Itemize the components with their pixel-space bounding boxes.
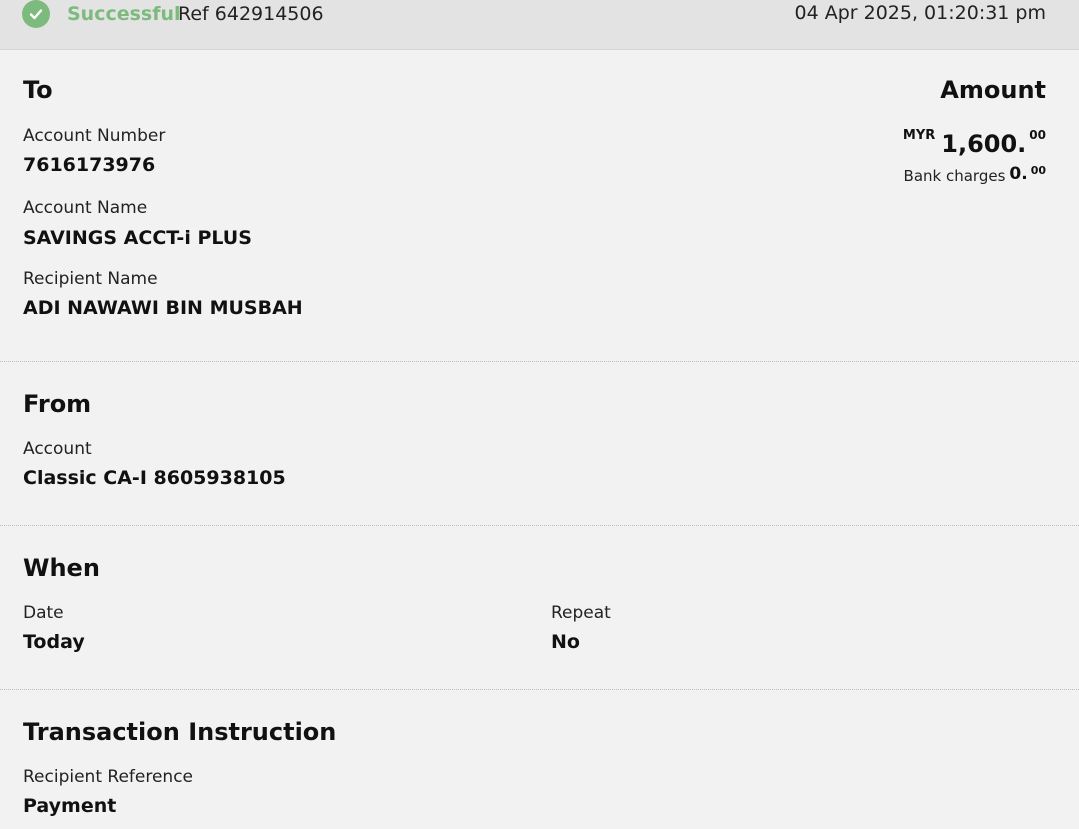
account-name-label: Account Name: [23, 198, 148, 218]
status-label: Successful: [67, 3, 181, 25]
date-value: Today: [23, 631, 85, 653]
recipient-reference-value: Payment: [23, 795, 117, 817]
transaction-instruction-heading: Transaction Instruction: [23, 718, 337, 746]
date-label: Date: [23, 603, 64, 623]
bank-charges-label: Bank charges: [903, 167, 1006, 185]
reference-number: Ref 642914506: [178, 3, 324, 25]
from-account-value: Classic CA-I 8605938105: [23, 467, 286, 489]
from-heading: From: [23, 390, 92, 418]
amount-heading: Amount: [940, 76, 1046, 104]
status-bar: Successful Ref 642914506 04 Apr 2025, 01…: [0, 0, 1079, 50]
bank-charges: Bank charges 0. 00: [903, 164, 1046, 185]
amount-decimal: 00: [1029, 128, 1046, 142]
account-number-label: Account Number: [23, 126, 166, 146]
when-heading: When: [23, 554, 100, 582]
divider: [0, 525, 1079, 526]
bank-charges-main: 0.: [1009, 164, 1028, 184]
to-heading: To: [23, 76, 53, 104]
recipient-name-label: Recipient Name: [23, 269, 158, 289]
divider: [0, 361, 1079, 362]
recipient-reference-label: Recipient Reference: [23, 767, 193, 787]
repeat-label: Repeat: [551, 603, 611, 623]
transaction-timestamp: 04 Apr 2025, 01:20:31 pm: [794, 2, 1047, 24]
recipient-name-value: ADI NAWAWI BIN MUSBAH: [23, 297, 303, 319]
bank-charges-decimal: 00: [1030, 164, 1046, 177]
divider: [0, 689, 1079, 690]
from-account-label: Account: [23, 439, 92, 459]
amount-value: MYR 1,600. 00: [902, 126, 1046, 158]
account-number-value: 7616173976: [23, 154, 156, 176]
account-name-value: SAVINGS ACCT-i PLUS: [23, 227, 252, 249]
currency-code: MYR: [902, 128, 936, 143]
check-circle-icon: [22, 0, 50, 28]
amount-main: 1,600.: [941, 130, 1027, 158]
repeat-value: No: [551, 631, 580, 653]
